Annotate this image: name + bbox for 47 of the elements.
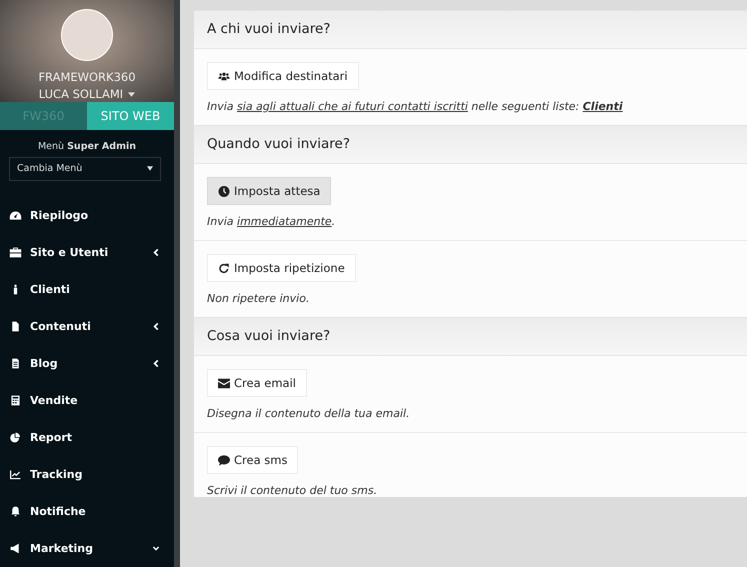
briefcase-icon [9, 247, 22, 258]
dashboard-icon [9, 210, 22, 221]
description-text: Disegna il contenuto della tua email. [207, 407, 411, 420]
menu-select[interactable]: Cambia Menù [9, 156, 161, 181]
action-button[interactable]: Imposta attesa [207, 177, 332, 205]
sidebar-item[interactable]: Notifiche [0, 493, 174, 530]
avatar [61, 9, 113, 61]
line-chart-icon [9, 469, 22, 480]
description-text: Non ripetere invio. [207, 292, 310, 305]
users-icon [218, 70, 230, 82]
sidebar-item[interactable]: Contenuti [0, 308, 174, 345]
sidebar-item[interactable]: Riepilogo [0, 197, 174, 234]
sidebar-item[interactable]: Sito e Utenti [0, 234, 174, 271]
sidebar-item[interactable]: Clienti [0, 271, 174, 308]
sidebar-item[interactable]: Report [0, 419, 174, 456]
chevron-left-icon [153, 323, 159, 330]
sidebar-item[interactable]: Blog [0, 345, 174, 382]
megaphone-icon [9, 543, 22, 554]
bell-icon [9, 506, 22, 517]
section-title: Quando vuoi inviare? [194, 125, 747, 164]
company-name: FRAMEWORK360 [38, 70, 136, 84]
sidebar-item[interactable]: Tracking [0, 456, 174, 493]
user-menu[interactable]: LUCA SOLLAMI [38, 87, 136, 101]
description-text: Scrivi il contenuto del tuo sms. [207, 484, 378, 497]
description-text: Invia sia agli attuali che ai futuri contatti iscritti nelle seguenti liste: Clienti [207, 100, 624, 113]
menu-label: Menù Super Admin [36, 140, 138, 152]
redo-icon [218, 262, 230, 274]
dropdown-icon [147, 166, 153, 172]
chevron-left-icon [153, 249, 159, 256]
action-button[interactable]: Crea email [207, 369, 307, 397]
action-button[interactable]: Crea sms [207, 446, 298, 474]
clock-icon [218, 186, 230, 196]
scrollbar[interactable] [174, 0, 180, 567]
pie-chart-icon [9, 432, 22, 443]
sidebar-item[interactable]: Vendite [0, 382, 174, 419]
caret-icon [128, 92, 136, 96]
speech-bubble-icon [218, 454, 230, 466]
chevron-left-icon [153, 360, 159, 367]
action-button[interactable]: Imposta ripetizione [207, 254, 356, 282]
section-title: Cosa vuoi inviare? [194, 317, 747, 356]
description-text: Invia immediatamente. [207, 215, 336, 228]
action-button[interactable]: Modifica destinatari [207, 62, 359, 90]
calculator-icon [9, 395, 22, 406]
section-title: A chi vuoi inviare? [194, 10, 747, 49]
chevron-down-icon [153, 545, 159, 552]
sidebar-item[interactable]: Marketing [0, 530, 174, 567]
envelope-icon [218, 378, 230, 388]
